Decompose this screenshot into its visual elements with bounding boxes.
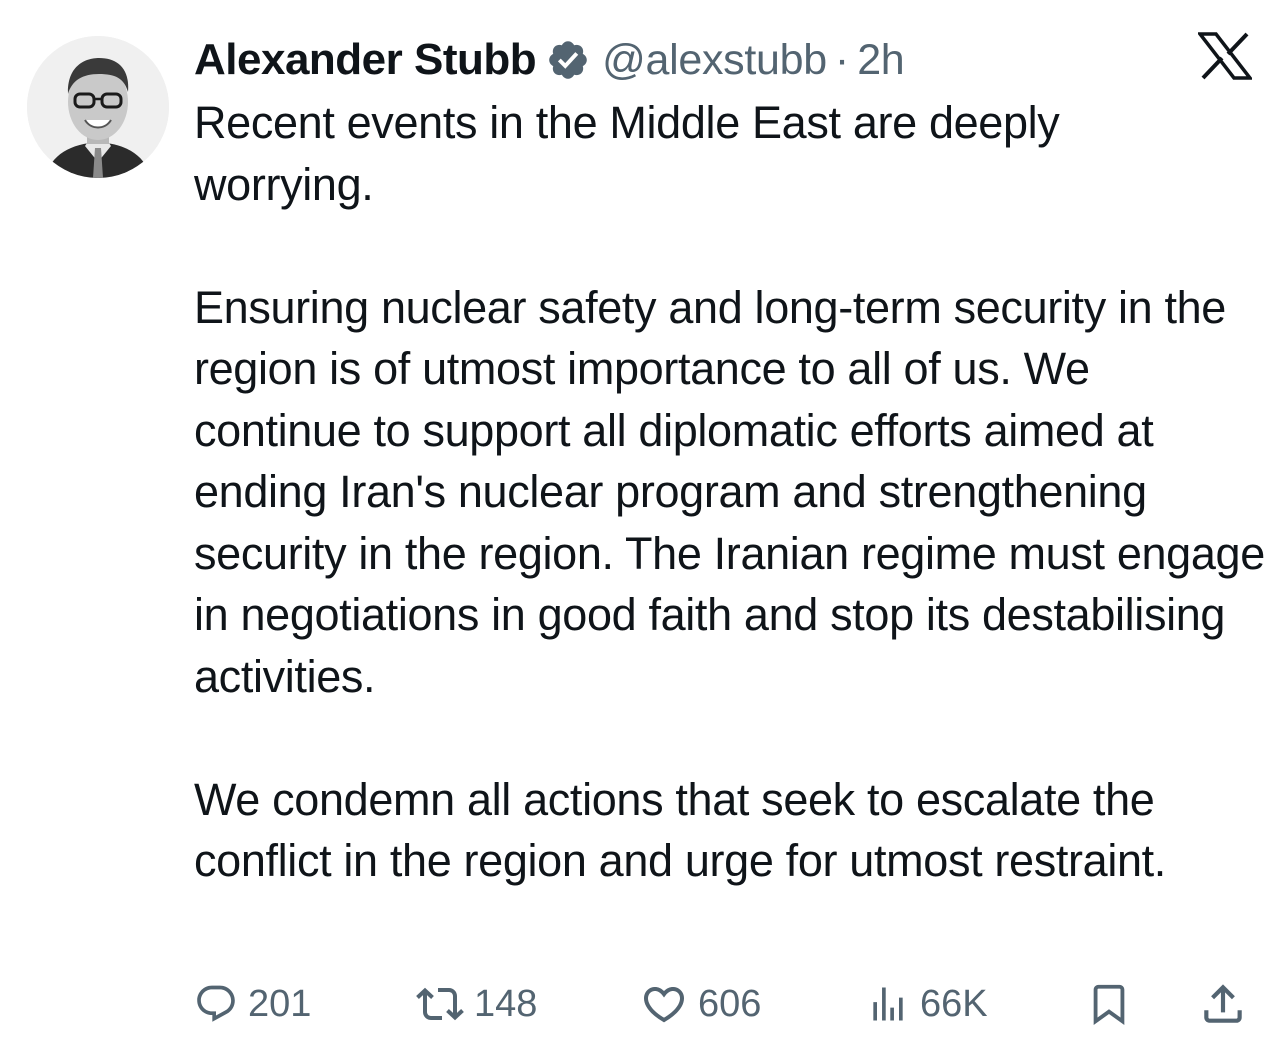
timestamp[interactable]: 2h [857, 36, 905, 85]
repost-count: 148 [474, 982, 538, 1025]
action-bar: 201 148 606 66K [194, 976, 1256, 1032]
bookmark-icon [1086, 981, 1132, 1027]
reply-count: 201 [248, 982, 312, 1025]
tweet-header: Alexander Stubb @alexstubb · 2h [194, 32, 905, 88]
reply-button[interactable]: 201 [194, 976, 311, 1032]
views-icon [866, 982, 910, 1026]
avatar[interactable] [27, 36, 169, 178]
like-button[interactable]: 606 [640, 976, 761, 1032]
bookmark-button[interactable] [1086, 976, 1132, 1032]
tweet-paragraph: Recent events in the Middle East are dee… [194, 97, 1060, 210]
verified-badge-icon[interactable] [546, 38, 590, 82]
reply-icon [194, 982, 238, 1026]
avatar-photo [27, 36, 169, 178]
separator-dot: · [834, 35, 850, 84]
tweet-paragraph: Ensuring nuclear safety and long-term se… [194, 281, 1265, 702]
author-name[interactable]: Alexander Stubb [194, 35, 537, 85]
share-button[interactable] [1198, 976, 1248, 1032]
like-count: 606 [698, 982, 762, 1025]
author-handle[interactable]: @alexstubb [602, 36, 827, 85]
views-count: 66K [920, 982, 988, 1025]
tweet-paragraph: We condemn all actions that seek to esca… [194, 773, 1166, 887]
views-button[interactable]: 66K [866, 976, 988, 1032]
tweet-card: Alexander Stubb @alexstubb · 2h Recent e… [0, 0, 1284, 1063]
repost-icon [416, 980, 464, 1028]
heart-icon [640, 980, 688, 1028]
share-icon [1198, 979, 1248, 1029]
repost-button[interactable]: 148 [416, 976, 537, 1032]
x-logo-icon [1196, 32, 1254, 80]
tweet-text: Recent events in the Middle East are dee… [194, 92, 1274, 892]
